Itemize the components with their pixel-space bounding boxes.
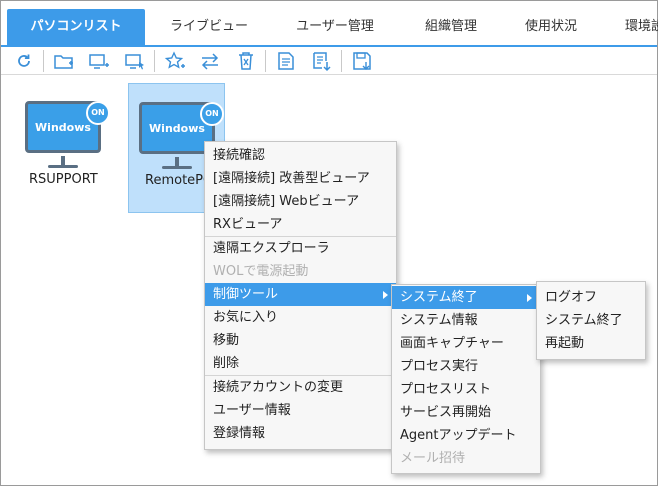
menu-item-rx-viewer[interactable]: RXビューア — [205, 213, 396, 236]
menu-item-control-tools[interactable]: 制御ツール — [205, 283, 396, 306]
refresh-icon[interactable] — [12, 50, 36, 72]
menu-item-registration-info[interactable]: 登録情報 — [205, 422, 396, 445]
report-icon[interactable] — [274, 50, 298, 72]
menu-item-restart[interactable]: 再起動 — [537, 332, 645, 355]
add-computer-icon[interactable] — [87, 50, 111, 72]
tab-organization-management[interactable]: 組織管理 — [401, 9, 501, 45]
menu-item-agent-update[interactable]: Agentアップデート — [392, 424, 540, 447]
toolbar-separator — [341, 50, 342, 72]
context-menu: 接続確認 [遠隔接続] 改善型ビューア [遠隔接続] Webビューア RXビュー… — [204, 141, 397, 450]
menu-item-connection-check[interactable]: 接続確認 — [205, 144, 396, 167]
delete-icon[interactable] — [234, 50, 258, 72]
menu-item-process-list[interactable]: プロセスリスト — [392, 378, 540, 401]
menu-item-restart-service[interactable]: サービス再開始 — [392, 401, 540, 424]
device-name: RSUPPORT — [29, 172, 98, 187]
menu-item-shutdown[interactable]: システム終了 — [537, 309, 645, 332]
move-icon[interactable] — [198, 50, 222, 72]
menu-item-delete[interactable]: 削除 — [205, 352, 396, 375]
monitor-base — [48, 165, 78, 168]
submenu-arrow-icon — [383, 291, 388, 299]
os-label: Windows — [149, 121, 205, 135]
toolbar-separator — [154, 50, 155, 72]
toolbar-separator — [265, 50, 266, 72]
monitor-base — [162, 166, 192, 169]
menu-item-remote-explorer[interactable]: 遠隔エクスプローラ — [205, 237, 396, 260]
menu-item-run-process[interactable]: プロセス実行 — [392, 355, 540, 378]
menu-item-system-info[interactable]: システム情報 — [392, 309, 540, 332]
submenu-arrow-icon — [527, 294, 532, 302]
menu-item-remote-web-viewer[interactable]: [遠隔接続] Webビューア — [205, 190, 396, 213]
app-window: パソコンリスト ライブビュー ユーザー管理 組織管理 使用状況 環境設 Wind… — [0, 0, 658, 486]
os-label: Windows — [35, 120, 91, 134]
menu-item-favorites[interactable]: お気に入り — [205, 306, 396, 329]
online-status-badge: ON — [86, 101, 110, 125]
add-folder-icon[interactable] — [52, 50, 76, 72]
control-tools-submenu: システム終了 システム情報 画面キャプチャー プロセス実行 プロセスリスト サー… — [391, 284, 541, 474]
main-tab-bar: パソコンリスト ライブビュー ユーザー管理 組織管理 使用状況 環境設 — [1, 1, 658, 47]
menu-item-change-connection-account[interactable]: 接続アカウントの変更 — [205, 376, 396, 399]
favorite-add-icon[interactable] — [163, 50, 187, 72]
menu-item-wol-power-on: WOLで電源起動 — [213, 264, 309, 279]
export-icon[interactable] — [310, 50, 334, 72]
tab-live-view[interactable]: ライブビュー — [149, 9, 269, 45]
device-name: RemotePC — [145, 173, 213, 188]
menu-item-system-shutdown[interactable]: システム終了 — [392, 286, 540, 309]
tab-pc-list[interactable]: パソコンリスト — [7, 9, 145, 45]
toolbar — [1, 47, 657, 75]
tab-user-management[interactable]: ユーザー管理 — [273, 9, 397, 45]
select-computer-icon[interactable] — [123, 50, 147, 72]
menu-item-label: 制御ツール — [213, 287, 279, 302]
tab-usage-status[interactable]: 使用状況 — [505, 9, 597, 45]
menu-item-user-info[interactable]: ユーザー情報 — [205, 399, 396, 422]
menu-item-move[interactable]: 移動 — [205, 329, 396, 352]
tab-environment-settings[interactable]: 環境設 — [607, 9, 658, 45]
menu-item-email-invite: メール招待 — [400, 451, 466, 466]
menu-item-label: システム終了 — [400, 290, 478, 305]
save-icon[interactable] — [350, 50, 374, 72]
menu-item-logoff[interactable]: ログオフ — [537, 286, 645, 309]
online-status-badge: ON — [200, 102, 224, 126]
toolbar-separator — [43, 50, 44, 72]
shutdown-submenu: ログオフ システム終了 再起動 — [536, 281, 646, 360]
menu-item-screen-capture[interactable]: 画面キャプチャー — [392, 332, 540, 355]
device-tile[interactable]: Windows ON RSUPPORT — [19, 83, 110, 213]
menu-item-remote-improved-viewer[interactable]: [遠隔接続] 改善型ビューア — [205, 167, 396, 190]
